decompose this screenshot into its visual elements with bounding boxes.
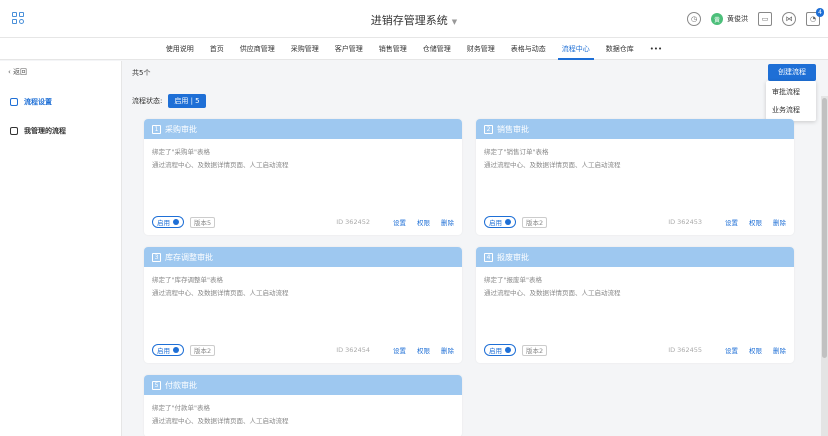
nav-item[interactable]: 表格与动态 [503, 38, 554, 60]
flow-id: ID 362455 [668, 346, 702, 354]
toggle-dot-icon [173, 347, 179, 353]
scrollbar[interactable] [821, 96, 828, 436]
filter-label: 流程状态: [132, 97, 163, 105]
card-number: 3 [152, 252, 161, 262]
nav-item[interactable]: 数据仓库 [598, 38, 642, 60]
toggle-dot-icon [505, 347, 511, 353]
card-description: 绑定了"库存调整单"表格 通过流程中心、及数据详情页面、人工启动流程 [152, 276, 289, 297]
card-title: 报废审批 [497, 252, 529, 262]
permissions-link[interactable]: 权限 [749, 217, 762, 227]
card-number: 2 [484, 124, 493, 134]
nav-item[interactable]: 财务管理 [459, 38, 503, 60]
card-header: 1 采购审批 [144, 119, 462, 139]
card-footer: 启用 版本2 ID 362454 设置 权限 删除 [152, 343, 454, 357]
flow-card[interactable]: 5 付款审批 绑定了"付款单"表格 通过流程中心、及数据详情页面、人工启动流程 [144, 375, 462, 436]
top-header: 进销存管理系统 ▼ ◷ 黄 黄俊洪 ▭ ⋈ ◔ 4 [0, 0, 828, 38]
flow-card[interactable]: 3 库存调整审批 绑定了"库存调整单"表格 通过流程中心、及数据详情页面、人工启… [144, 247, 462, 363]
main-nav: 使用说明 首页 供应商管理 采购管理 客户管理 销售管理 仓储管理 财务管理 表格与动态 流程中心… [0, 38, 828, 60]
nav-item[interactable]: 首页 [202, 38, 232, 60]
share-icon[interactable]: ⋈ [782, 12, 796, 26]
delete-link[interactable]: 删除 [441, 345, 454, 355]
user-name: 黄俊洪 [727, 15, 748, 23]
flow-count: 共5个 [132, 69, 151, 77]
permissions-link[interactable]: 权限 [417, 345, 430, 355]
user-menu[interactable]: 黄 黄俊洪 [711, 13, 748, 25]
list-icon [10, 127, 18, 135]
status-toggle[interactable]: 启用 [484, 344, 516, 356]
card-description: 绑定了"采购单"表格 通过流程中心、及数据详情页面、人工启动流程 [152, 148, 289, 169]
notification-badge: 4 [816, 8, 824, 17]
card-description: 绑定了"销售订单"表格 通过流程中心、及数据详情页面、人工启动流程 [484, 148, 621, 169]
card-number: 4 [484, 252, 493, 262]
toggle-dot-icon [505, 219, 511, 225]
nav-more-button[interactable]: ••• [642, 38, 670, 60]
back-link[interactable]: ‹ 返回 [8, 67, 27, 77]
card-header: 2 销售审批 [476, 119, 794, 139]
card-number: 1 [152, 124, 161, 134]
card-header: 5 付款审批 [144, 375, 462, 395]
flow-id: ID 362454 [336, 346, 370, 354]
bell-icon[interactable]: ◔ 4 [806, 8, 824, 26]
create-flow-button[interactable]: 创建流程 [768, 64, 816, 81]
card-description: 绑定了"报废单"表格 通过流程中心、及数据详情页面、人工启动流程 [484, 276, 621, 297]
toggle-dot-icon [173, 219, 179, 225]
delete-link[interactable]: 删除 [773, 217, 786, 227]
sidebar-item-my-flows[interactable]: 我管理的流程 [0, 120, 122, 142]
sidebar: ‹ 返回 流程设置 我管理的流程 [0, 61, 122, 436]
version-badge: 版本5 [190, 216, 216, 228]
avatar: 黄 [711, 13, 723, 25]
nav-item[interactable]: 客户管理 [327, 38, 371, 60]
flow-settings-icon [10, 98, 18, 106]
settings-link[interactable]: 设置 [725, 217, 738, 227]
settings-link[interactable]: 设置 [393, 345, 406, 355]
nav-item[interactable]: 销售管理 [371, 38, 415, 60]
version-badge: 版本2 [522, 344, 548, 356]
nav-item[interactable]: 使用说明 [158, 38, 202, 60]
dropdown-item-business-flow[interactable]: 业务流程 [766, 101, 816, 119]
delete-link[interactable]: 删除 [441, 217, 454, 227]
card-number: 5 [152, 380, 161, 390]
create-flow-dropdown: 审批流程 业务流程 [766, 81, 816, 121]
card-description: 绑定了"付款单"表格 通过流程中心、及数据详情页面、人工启动流程 [152, 404, 289, 425]
status-toggle[interactable]: 启用 [484, 216, 516, 228]
permissions-link[interactable]: 权限 [749, 345, 762, 355]
flow-card[interactable]: 1 采购审批 绑定了"采购单"表格 通过流程中心、及数据详情页面、人工启动流程 … [144, 119, 462, 235]
card-footer: 启用 版本5 ID 362452 设置 权限 删除 [152, 215, 454, 229]
card-title: 库存调整审批 [165, 252, 213, 262]
card-title: 付款审批 [165, 380, 197, 390]
flow-id: ID 362453 [668, 218, 702, 226]
card-header: 3 库存调整审批 [144, 247, 462, 267]
header-actions: ◷ 黄 黄俊洪 ▭ ⋈ ◔ 4 [687, 8, 824, 28]
nav-item[interactable]: 仓储管理 [415, 38, 459, 60]
chevron-down-icon: ▼ [451, 18, 458, 26]
status-toggle[interactable]: 启用 [152, 344, 184, 356]
version-badge: 版本2 [190, 344, 216, 356]
status-toggle[interactable]: 启用 [152, 216, 184, 228]
status-filter-enabled[interactable]: 启用 | 5 [168, 94, 206, 108]
card-title: 销售审批 [497, 124, 529, 134]
card-footer: 启用 版本2 ID 362453 设置 权限 删除 [484, 215, 786, 229]
status-filter: 流程状态: 启用 | 5 [132, 94, 206, 108]
version-badge: 版本2 [522, 216, 548, 228]
flow-card[interactable]: 4 报废审批 绑定了"报废单"表格 通过流程中心、及数据详情页面、人工启动流程 … [476, 247, 794, 363]
clock-icon[interactable]: ◷ [687, 12, 701, 26]
settings-link[interactable]: 设置 [393, 217, 406, 227]
card-footer: 启用 版本2 ID 362455 设置 权限 删除 [484, 343, 786, 357]
main-content: 共5个 流程状态: 启用 | 5 创建流程 审批流程 业务流程 1 采购审批 绑… [122, 61, 818, 436]
dropdown-item-approval-flow[interactable]: 审批流程 [766, 83, 816, 101]
nav-item[interactable]: 供应商管理 [232, 38, 283, 60]
permissions-link[interactable]: 权限 [417, 217, 430, 227]
card-header: 4 报废审批 [476, 247, 794, 267]
settings-link[interactable]: 设置 [725, 345, 738, 355]
nav-item[interactable]: 采购管理 [283, 38, 327, 60]
flow-id: ID 362452 [336, 218, 370, 226]
sidebar-item-flow-settings[interactable]: 流程设置 [0, 91, 122, 113]
card-title: 采购审批 [165, 124, 197, 134]
briefcase-icon[interactable]: ▭ [758, 12, 772, 26]
nav-item[interactable]: 流程中心 [554, 38, 598, 60]
delete-link[interactable]: 删除 [773, 345, 786, 355]
flow-card[interactable]: 2 销售审批 绑定了"销售订单"表格 通过流程中心、及数据详情页面、人工启动流程… [476, 119, 794, 235]
